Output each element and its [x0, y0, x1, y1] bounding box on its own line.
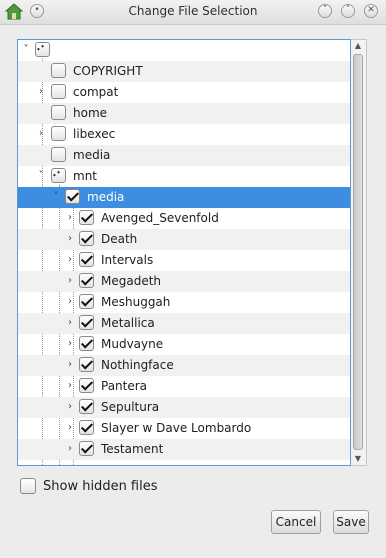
scroll-down-icon[interactable]: ▼ [351, 453, 365, 465]
tree-checkbox[interactable] [79, 357, 94, 372]
tree-item-label: Mudvayne [101, 337, 164, 351]
tree-row[interactable]: › Metallica [18, 313, 350, 334]
tree-item-label: libexec [73, 127, 116, 141]
tree-item-label: Avenged_Sevenfold [101, 211, 219, 225]
tree-item-label: Sepultura [101, 400, 160, 414]
scroll-up-icon[interactable]: ▲ [351, 40, 365, 52]
tree-item-label: Intervals [101, 253, 154, 267]
tree-row[interactable]: › compat [18, 82, 350, 103]
tree-row[interactable]: home [18, 103, 350, 124]
tree-row[interactable]: › Death [18, 229, 350, 250]
tree-row[interactable]: › Meshuggah [18, 292, 350, 313]
chevron-right-icon[interactable]: › [36, 85, 46, 99]
tree-item-label: Megadeth [101, 274, 162, 288]
chevron-right-icon[interactable]: › [65, 253, 75, 267]
tree-checkbox[interactable] [79, 210, 94, 225]
tree-row[interactable]: › Slayer w Dave Lombardo [18, 418, 350, 439]
tree-checkbox[interactable] [51, 63, 66, 78]
tree-root-row[interactable]: ˅ [18, 40, 350, 61]
tree-row[interactable]: › Intervals [18, 250, 350, 271]
tree-row[interactable]: › Megadeth [18, 271, 350, 292]
chevron-right-icon[interactable]: › [65, 316, 75, 330]
chevron-right-icon[interactable]: › [65, 211, 75, 225]
chevron-down-icon[interactable]: ˅ [51, 190, 61, 204]
tree-checkbox[interactable] [79, 231, 94, 246]
tree-item-label: Meshuggah [101, 295, 171, 309]
tree-item-label: compat [73, 85, 119, 99]
chevron-right-icon[interactable]: › [65, 400, 75, 414]
tree-checkbox[interactable] [51, 147, 66, 162]
tree-item-label: Nothingface [101, 358, 174, 372]
tree-checkbox[interactable] [79, 441, 94, 456]
chevron-right-icon[interactable]: › [65, 358, 75, 372]
tree-item-label: Slayer w Dave Lombardo [101, 421, 252, 435]
tree-checkbox[interactable] [79, 336, 94, 351]
tree-checkbox[interactable] [79, 399, 94, 414]
tree-row[interactable]: media [18, 145, 350, 166]
tree-item-label: media [73, 148, 111, 162]
tree-row[interactable]: › Testament [18, 439, 350, 460]
chevron-down-icon[interactable]: ˅ [21, 43, 31, 57]
tree-row[interactable]: › Mudvayne [18, 334, 350, 355]
tree-checkbox[interactable] [65, 189, 80, 204]
cancel-button[interactable]: Cancel [271, 510, 321, 534]
tree-item-label: mnt [73, 169, 97, 183]
chevron-right-icon[interactable]: › [65, 274, 75, 288]
tree-item-label: COPYRIGHT [73, 64, 143, 78]
tree-row[interactable]: COPYRIGHT [18, 61, 350, 82]
tree-scrollbar[interactable]: ▲ ▼ [351, 39, 367, 466]
tree-item-label: Metallica [101, 316, 155, 330]
tree-checkbox[interactable] [79, 378, 94, 393]
tree-row[interactable]: › Avenged_Sevenfold [18, 208, 350, 229]
tree-checkbox[interactable] [79, 294, 94, 309]
tree-checkbox[interactable] [79, 273, 94, 288]
tree-row[interactable]: › Sepultura [18, 397, 350, 418]
file-tree[interactable]: ˅ COPYRIGHT › compat home › libexec medi… [17, 39, 351, 466]
chevron-down-icon[interactable]: ˅ [318, 4, 332, 18]
tree-root-checkbox[interactable] [35, 42, 50, 57]
tree-checkbox[interactable] [79, 315, 94, 330]
chevron-right-icon[interactable]: › [65, 442, 75, 456]
tree-item-label: Pantera [101, 379, 148, 393]
chevron-right-icon[interactable]: › [65, 295, 75, 309]
title-bar: • Change File Selection ˅ ˄ ✕ [0, 0, 386, 25]
tree-item-label: media [87, 190, 125, 204]
chevron-right-icon[interactable]: › [65, 421, 75, 435]
close-icon[interactable]: ✕ [364, 4, 378, 18]
tree-row[interactable]: › libexec [18, 124, 350, 145]
tree-checkbox[interactable] [51, 126, 66, 141]
chevron-right-icon[interactable]: › [65, 379, 75, 393]
chevron-right-icon[interactable]: › [65, 232, 75, 246]
tree-checkbox[interactable] [51, 105, 66, 120]
tree-row[interactable]: › Nothingface [18, 355, 350, 376]
chevron-right-icon[interactable]: › [65, 337, 75, 351]
chevron-down-icon[interactable]: ˅ [36, 169, 46, 183]
tree-row[interactable]: › Pantera [18, 376, 350, 397]
tree-item-label: Death [101, 232, 138, 246]
save-button[interactable]: Save [333, 510, 369, 534]
tree-checkbox[interactable] [79, 420, 94, 435]
chevron-up-icon[interactable]: ˄ [341, 4, 355, 18]
tree-row-selected[interactable]: ˅ media [18, 187, 350, 208]
tree-row[interactable]: ˅ mnt [18, 166, 350, 187]
tree-checkbox[interactable] [51, 168, 66, 183]
scrollbar-thumb[interactable] [353, 54, 363, 450]
tree-item-label: home [73, 106, 108, 120]
tree-checkbox[interactable] [79, 252, 94, 267]
tree-checkbox[interactable] [51, 84, 66, 99]
show-hidden-files-checkbox[interactable] [20, 478, 36, 494]
show-hidden-files-label[interactable]: Show hidden files [43, 479, 158, 494]
chevron-right-icon[interactable]: › [36, 127, 46, 141]
tree-item-label: Testament [101, 442, 164, 456]
